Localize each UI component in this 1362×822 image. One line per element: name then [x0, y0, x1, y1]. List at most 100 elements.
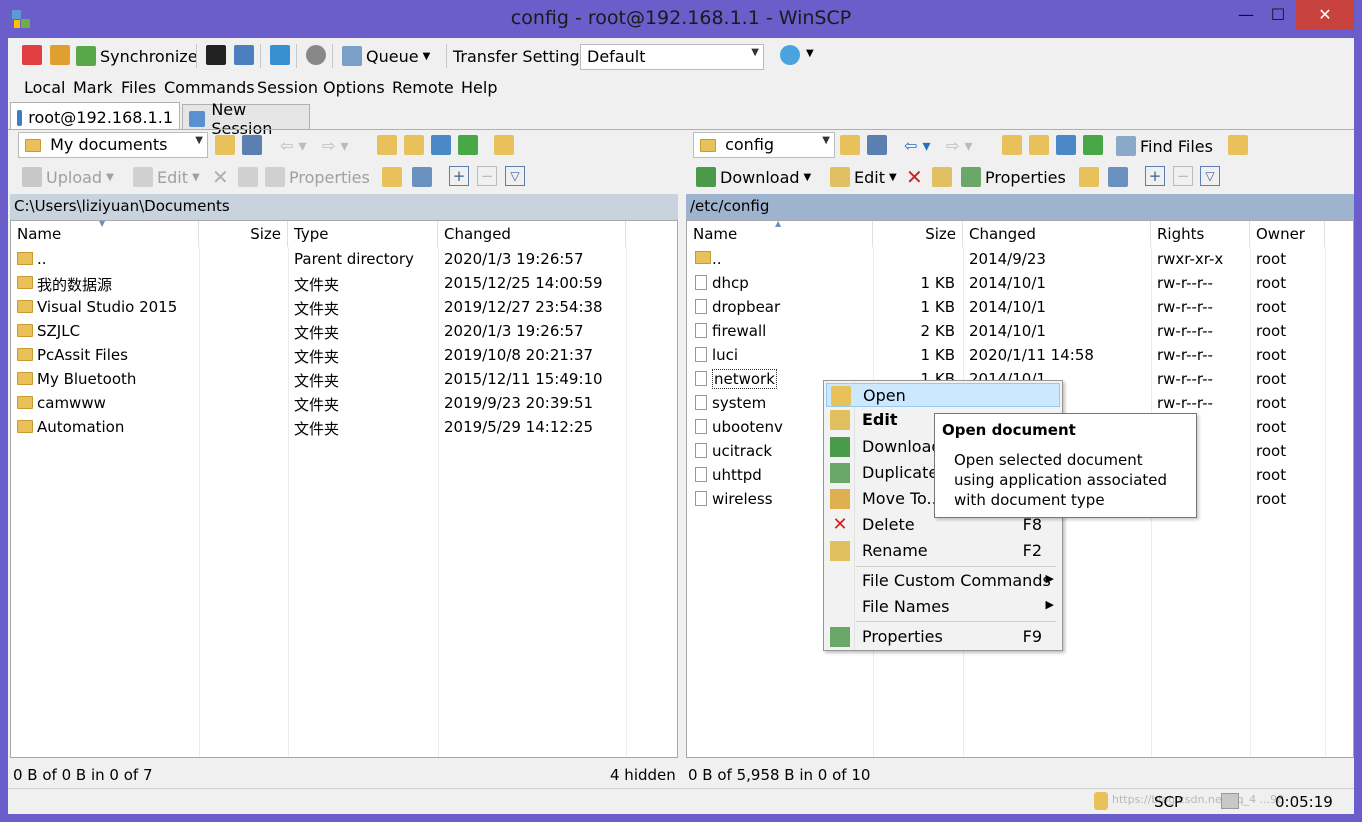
table-cell: 2014/10/1	[969, 274, 1046, 292]
menu-help[interactable]: Help	[461, 78, 497, 97]
home-icon[interactable]	[1056, 135, 1076, 155]
table-row[interactable]: PcAssit Files 文件夹 2019/10/8 20:21:37	[11, 343, 677, 367]
putty-icon[interactable]	[234, 45, 254, 65]
menu-local[interactable]: Local	[24, 78, 65, 97]
rename-icon	[830, 541, 850, 561]
parent-directory-icon[interactable]	[377, 135, 397, 155]
local-column-changed[interactable]: Changed	[438, 221, 626, 247]
menu-files[interactable]: Files	[121, 78, 156, 97]
menu-remote[interactable]: Remote	[392, 78, 454, 97]
filter-icon[interactable]	[242, 135, 262, 155]
filter-icon[interactable]	[867, 135, 887, 155]
back-icon[interactable]: ⇦ ▾	[904, 136, 931, 155]
table-row[interactable]: My Bluetooth 文件夹 2015/12/11 15:49:10	[11, 367, 677, 391]
synchronize-button[interactable]: Synchronize	[76, 43, 198, 69]
delete-icon[interactable]: ✕	[906, 165, 923, 189]
local-edit-button[interactable]: Edit ▼	[133, 164, 200, 190]
table-row[interactable]: 我的数据源 文件夹 2015/12/25 14:00:59	[11, 271, 677, 295]
tree-icon[interactable]	[494, 135, 514, 155]
root-directory-icon[interactable]	[1029, 135, 1049, 155]
context-menu-file-custom-commands[interactable]: File Custom Commands ▶	[826, 569, 1060, 593]
context-menu-file-names[interactable]: File Names ▶	[826, 595, 1060, 619]
open-folder-icon[interactable]	[215, 135, 235, 155]
menu-options[interactable]: Options	[323, 78, 385, 97]
context-menu-open[interactable]: Open	[826, 383, 1060, 407]
chevron-down-icon[interactable]: ▼	[806, 48, 814, 59]
swap-panels-icon[interactable]	[270, 45, 290, 65]
rename-icon[interactable]	[932, 167, 952, 187]
globe-icon[interactable]	[780, 45, 800, 65]
local-column-name[interactable]: Name ▼	[11, 219, 199, 247]
local-hidden-count[interactable]: 4 hidden	[610, 766, 676, 784]
table-row[interactable]: dropbear 1 KB 2014/10/1 rw-r--r-- root	[687, 295, 1353, 319]
filter-selection-icon[interactable]: ▽	[1200, 166, 1220, 186]
new-folder-icon[interactable]	[382, 167, 402, 187]
remote-column-rights[interactable]: Rights	[1151, 221, 1250, 247]
remote-column-size[interactable]: Size	[873, 221, 963, 247]
table-row[interactable]: firewall 2 KB 2014/10/1 rw-r--r-- root	[687, 319, 1353, 343]
new-folder-icon[interactable]	[1079, 167, 1099, 187]
context-menu-properties[interactable]: Properties F9	[826, 625, 1060, 649]
tree-icon[interactable]	[1228, 135, 1248, 155]
remote-edit-button[interactable]: Edit ▼	[830, 164, 897, 190]
rename-icon[interactable]	[238, 167, 258, 187]
maximize-button[interactable]: ☐	[1256, 0, 1300, 30]
delete-icon[interactable]: ✕	[212, 165, 229, 189]
select-all-icon[interactable]: +	[1145, 166, 1165, 186]
home-icon[interactable]	[431, 135, 451, 155]
remote-column-owner[interactable]: Owner	[1250, 221, 1325, 247]
close-button[interactable]: ✕	[1296, 0, 1354, 30]
lock-icon[interactable]	[1094, 792, 1108, 810]
open-folder-icon[interactable]	[840, 135, 860, 155]
table-cell: ..	[37, 250, 47, 268]
filter-selection-icon[interactable]: ▽	[505, 166, 525, 186]
menu-session[interactable]: Session	[257, 78, 318, 97]
tab-session[interactable]: root@192.168.1.1	[10, 102, 180, 130]
table-row[interactable]: camwww 文件夹 2019/9/23 20:39:51	[11, 391, 677, 415]
local-location-select[interactable]: My documents ▼	[18, 132, 208, 158]
queue-button[interactable]: Queue ▼	[342, 43, 430, 69]
table-row[interactable]: luci 1 KB 2020/1/11 14:58 rw-r--r-- root	[687, 343, 1353, 367]
new-file-icon[interactable]	[1108, 167, 1128, 187]
unselect-icon[interactable]: −	[1173, 166, 1193, 186]
keep-remote-up-to-date-icon[interactable]	[50, 45, 70, 65]
download-button[interactable]: Download ▼	[696, 164, 811, 190]
local-properties-button[interactable]: Properties	[265, 164, 370, 190]
local-column-type[interactable]: Type	[288, 221, 438, 247]
table-row[interactable]: Visual Studio 2015 文件夹 2019/12/27 23:54:38	[11, 295, 677, 319]
queue-status-icon[interactable]	[1221, 793, 1239, 809]
tab-new-session[interactable]: New Session	[182, 100, 310, 138]
local-column-size[interactable]: Size	[199, 221, 288, 247]
new-file-icon[interactable]	[412, 167, 432, 187]
remote-properties-button[interactable]: Properties	[961, 164, 1066, 190]
back-icon[interactable]: ⇦ ▾	[280, 136, 307, 155]
table-cell: root	[1256, 442, 1287, 460]
upload-button[interactable]: Upload ▼	[22, 164, 114, 190]
table-row[interactable]: .. 2014/9/23 rwxr-xr-x root	[687, 247, 1353, 271]
title-bar[interactable]: config - root@192.168.1.1 - WinSCP — ☐ ✕	[0, 0, 1362, 38]
refresh-icon[interactable]	[458, 135, 478, 155]
refresh-icon[interactable]	[1083, 135, 1103, 155]
parent-directory-icon[interactable]	[1002, 135, 1022, 155]
remote-location-select[interactable]: config ▼	[693, 132, 835, 158]
table-row[interactable]: SZJLC 文件夹 2020/1/3 19:26:57	[11, 319, 677, 343]
root-directory-icon[interactable]	[404, 135, 424, 155]
table-row[interactable]: .. Parent directory 2020/1/3 19:26:57	[11, 247, 677, 271]
unselect-icon[interactable]: −	[477, 166, 497, 186]
forward-icon[interactable]: ⇨ ▾	[946, 136, 973, 155]
context-menu-rename[interactable]: Rename F2	[826, 539, 1060, 563]
menu-commands[interactable]: Commands	[164, 78, 255, 97]
menu-mark[interactable]: Mark	[73, 78, 112, 97]
table-row[interactable]: dhcp 1 KB 2014/10/1 rw-r--r-- root	[687, 271, 1353, 295]
forward-icon[interactable]: ⇨ ▾	[322, 136, 349, 155]
table-row[interactable]: Automation 文件夹 2019/5/29 14:12:25	[11, 415, 677, 439]
local-file-list[interactable]: Name ▼ Size Type Changed .. Parent direct…	[10, 219, 678, 758]
remote-column-name[interactable]: Name ▲	[687, 219, 873, 247]
gear-icon[interactable]	[306, 45, 326, 65]
remote-column-changed[interactable]: Changed	[963, 221, 1151, 247]
select-all-icon[interactable]: +	[449, 166, 469, 186]
compare-icon[interactable]	[22, 45, 42, 65]
find-files-button[interactable]: Find Files	[1116, 133, 1213, 159]
console-icon[interactable]	[206, 45, 226, 65]
transfer-settings-select[interactable]: Default ▼	[580, 44, 764, 70]
